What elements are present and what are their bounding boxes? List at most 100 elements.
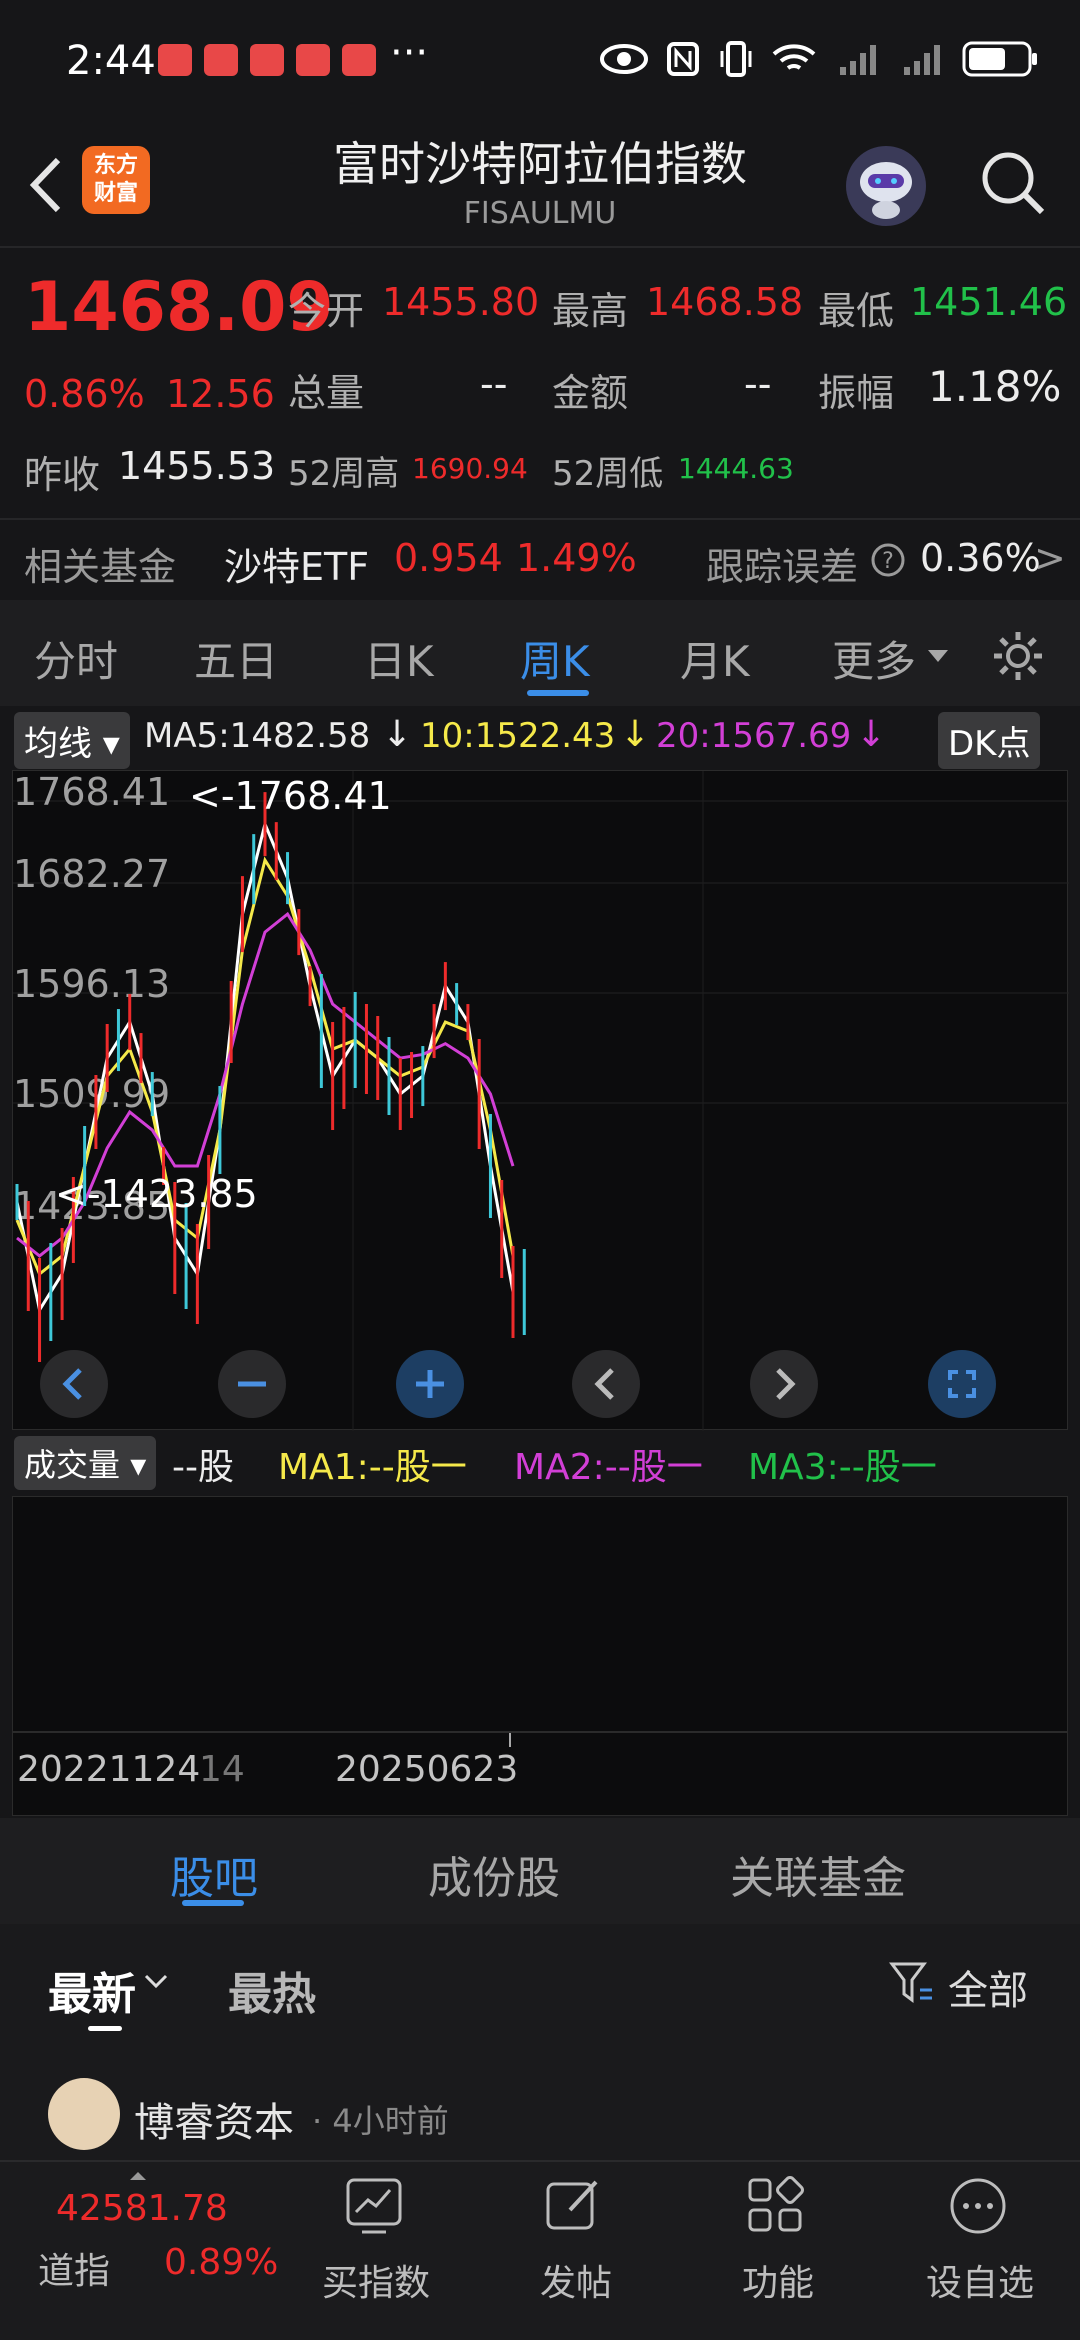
grid-icon <box>748 2176 804 2232</box>
active-section-indicator <box>182 1900 244 1906</box>
y-tick-label: 1596.13 <box>13 962 170 1006</box>
notification-icon <box>204 44 238 76</box>
divider <box>0 246 1080 248</box>
related-fund-row[interactable]: 相关基金 沙特ETF 0.954 1.49% 跟踪误差 ? 0.36% > <box>0 520 1080 600</box>
ma-selector[interactable]: 均线 ▾ <box>14 712 130 769</box>
week52-high-value: 1690.94 <box>412 452 528 485</box>
ticker-name: 道指 <box>38 2251 111 2292</box>
fund-price: 0.954 <box>394 536 503 580</box>
nav-label: 功能 <box>741 2263 814 2304</box>
change-amount: 12.56 <box>166 372 275 416</box>
active-tab-indicator <box>527 690 589 696</box>
ma5-value: MA5:1482.58 <box>144 716 371 756</box>
zoom-in-button[interactable] <box>396 1350 464 1418</box>
week52-low-value: 1444.63 <box>678 452 794 485</box>
nav-label: 设自选 <box>925 2263 1034 2304</box>
tab-weekly-k[interactable]: 周K <box>520 628 590 689</box>
open-label: 今开 <box>288 289 365 333</box>
tab-intraday[interactable]: 分时 <box>34 628 118 689</box>
nav-functions[interactable]: 功能 <box>698 2170 858 2330</box>
gear-icon[interactable] <box>990 628 1046 684</box>
chart-scroll-left-button[interactable] <box>40 1350 108 1418</box>
related-fund-label: 相关基金 <box>24 545 177 589</box>
chart-icon <box>346 2178 402 2234</box>
change-percent: 0.86% <box>24 372 145 416</box>
tracking-error-value: 0.36% <box>920 536 1041 580</box>
filter-all[interactable]: 全部 <box>948 1958 1028 2016</box>
tracking-error-label: 跟踪误差 <box>706 545 859 589</box>
date-axis: 20221124 14 20250623 <box>12 1732 1068 1816</box>
date-label-partial: 14 <box>199 1749 245 1790</box>
amplitude-value: 1.18% <box>928 362 1062 411</box>
status-time: 2:44 <box>66 38 156 84</box>
nav-buy-index[interactable]: 买指数 <box>296 2170 456 2330</box>
dk-point-button[interactable]: DK点 <box>938 712 1041 769</box>
prev-close-label: 昨收 <box>24 453 101 497</box>
search-icon[interactable] <box>976 146 1048 218</box>
volume-unit: --股 <box>172 1447 234 1488</box>
tab-monthly-k[interactable]: 月K <box>680 628 750 689</box>
sort-hot[interactable]: 最热 <box>228 1958 316 2022</box>
eye-icon <box>600 44 648 74</box>
volume-selector[interactable]: 成交量 ▾ <box>14 1436 157 1490</box>
scroll-left-icon <box>62 1368 82 1400</box>
high-label: 最高 <box>552 289 629 333</box>
ticker-percent: 0.89% <box>164 2242 279 2283</box>
chevron-right-icon <box>776 1368 796 1400</box>
fund-percent: 1.49% <box>516 536 637 580</box>
notification-icon <box>296 44 330 76</box>
amount-value: -- <box>744 362 772 406</box>
vol-ma2: MA2:--股一 <box>514 1447 703 1488</box>
y-tick-label: 1768.41 <box>13 771 170 814</box>
vol-ma3: MA3:--股一 <box>748 1447 937 1488</box>
tab-constituents[interactable]: 成份股 <box>428 1842 560 1906</box>
max-price-label: <-1768.41 <box>189 774 392 818</box>
kline-chart[interactable]: 1768.41 1682.27 1596.13 1509.99 1423.85 <-176… <box>12 770 1069 1431</box>
zoom-out-button[interactable] <box>218 1350 286 1418</box>
notification-icon <box>342 44 376 76</box>
ticker-value: 42581.78 <box>56 2188 228 2229</box>
nav-add-watchlist[interactable]: 设自选 <box>900 2170 1060 2330</box>
prev-period-button[interactable] <box>572 1350 640 1418</box>
amplitude-label: 振幅 <box>818 371 895 415</box>
prev-close-value: 1455.53 <box>118 444 276 488</box>
fullscreen-button[interactable] <box>928 1350 996 1418</box>
tab-five-day[interactable]: 五日 <box>194 628 278 689</box>
nav-post[interactable]: 发帖 <box>496 2170 656 2330</box>
volume-chart[interactable] <box>12 1496 1068 1732</box>
notification-icon <box>158 44 192 76</box>
tab-more[interactable]: 更多 <box>832 628 916 689</box>
amount-label: 金额 <box>552 371 629 415</box>
nfc-icon <box>667 42 699 76</box>
date-label-end: 20250623 <box>335 1749 519 1790</box>
help-icon[interactable]: ? <box>870 542 906 578</box>
plus-icon <box>416 1370 444 1398</box>
kline-chart-svg: 1768.411682.271596.131509.991423.85<-176… <box>13 770 1069 1431</box>
assistant-robot-icon[interactable] <box>846 146 926 226</box>
avatar[interactable] <box>48 2078 120 2150</box>
tab-daily-k[interactable]: 日K <box>364 628 434 689</box>
svg-text:?: ? <box>882 549 894 574</box>
chevron-down-icon <box>144 1974 168 1989</box>
tab-related-funds[interactable]: 关联基金 <box>730 1842 906 1906</box>
ma-line-MA5 <box>15 819 515 1314</box>
chevron-right-icon: > <box>1034 536 1066 580</box>
minus-icon <box>238 1381 266 1387</box>
sort-latest[interactable]: 最新 <box>48 1958 136 2022</box>
notification-icon <box>250 44 284 76</box>
battery-icon <box>962 41 1037 77</box>
low-label: 最低 <box>818 289 895 333</box>
filter-icon[interactable] <box>888 1958 936 2008</box>
next-period-button[interactable] <box>750 1350 818 1418</box>
date-label-start: 20221124 <box>17 1749 201 1790</box>
tab-forum[interactable]: 股吧 <box>170 1842 258 1906</box>
week52-high-label: 52周高 <box>288 454 400 494</box>
more-circle-icon <box>950 2178 1006 2234</box>
ma5-arrow: ↓ <box>382 714 413 755</box>
ma10-value: 10:1522.43 <box>420 716 616 756</box>
ticker-widget[interactable]: 42581.78 道指 0.89% <box>0 2160 290 2340</box>
vibrate-icon <box>720 41 752 77</box>
nav-label: 发帖 <box>539 2263 612 2304</box>
post-author[interactable]: 博睿资本 <box>134 2090 294 2148</box>
volume-value: -- <box>480 362 508 406</box>
